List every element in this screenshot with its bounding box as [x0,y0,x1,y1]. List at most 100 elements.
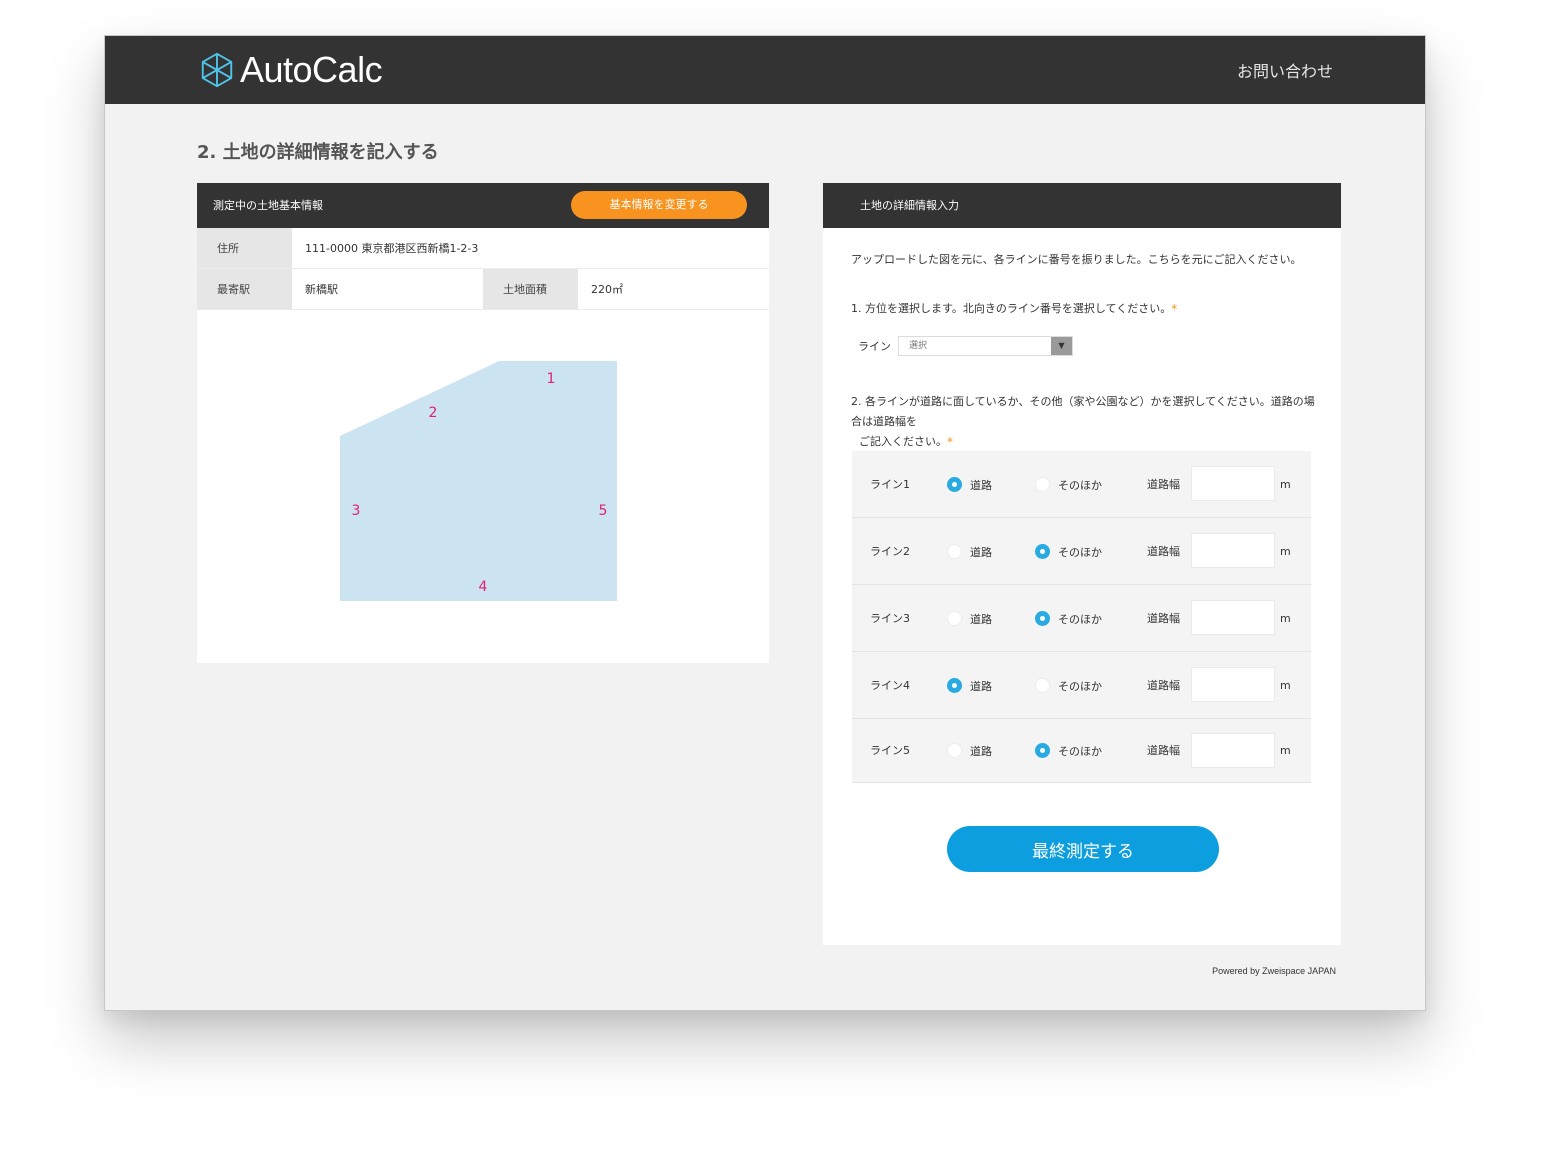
land-plot-diagram: 1 2 3 4 5 [197,311,769,663]
road-width-label: 道路幅 [1147,545,1180,558]
change-basic-info-button[interactable]: 基本情報を変更する [571,191,747,219]
other-radio[interactable] [1035,611,1050,626]
north-line-label: ライン [858,340,891,353]
line-number-4: 4 [479,579,488,595]
detail-input-card-header: 土地の詳細情報入力 [823,183,1341,228]
road-width-input[interactable] [1191,533,1275,568]
line-name: ライン3 [870,612,910,625]
unit-label: m [1280,744,1291,757]
app-window: AutoCalc お問い合わせ 2. 土地の詳細情報を記入する 測定中の土地基本… [104,35,1426,1011]
road-radio[interactable] [947,743,962,758]
other-radio-label: そのほか [1058,478,1102,492]
land-plot-svg: 1 2 3 4 5 [340,361,617,601]
line-row: ライン2 道路 そのほか 道路幅 m [852,518,1311,585]
unit-label: m [1280,679,1291,692]
road-radio-option[interactable]: 道路 [947,611,992,626]
other-radio-option[interactable]: そのほか [1035,544,1102,559]
final-measure-button[interactable]: 最終測定する [947,826,1219,872]
line-name: ライン4 [870,679,910,692]
powered-by-text: Powered by Zweispace JAPAN [1212,966,1336,976]
line-row: ライン3 道路 そのほか 道路幅 m [852,585,1311,652]
detail-input-card-title: 土地の詳細情報入力 [860,199,959,212]
line-name: ライン1 [870,478,910,491]
land-info-card-header: 測定中の土地基本情報 基本情報を変更する [197,183,769,228]
other-radio[interactable] [1035,678,1050,693]
required-mark: * [947,435,953,449]
land-shape [340,361,617,601]
contact-link[interactable]: お問い合わせ [1237,62,1333,82]
other-radio-option[interactable]: そのほか [1035,611,1102,626]
other-radio-option[interactable]: そのほか [1035,477,1102,492]
line-number-2: 2 [429,405,438,421]
road-width-input[interactable] [1191,466,1275,501]
road-radio-option[interactable]: 道路 [947,544,992,559]
road-radio-option[interactable]: 道路 [947,678,992,693]
other-radio-label: そのほか [1058,679,1102,693]
line-number-1: 1 [547,371,556,387]
land-info-card: 測定中の土地基本情報 基本情報を変更する 住所 111-0000 東京都港区西新… [197,183,769,663]
cube-logo-icon [201,52,233,88]
other-radio-label: そのほか [1058,612,1102,626]
line-name: ライン5 [870,744,910,757]
unit-label: m [1280,478,1291,491]
area-value: 220㎡ [591,283,623,296]
road-width-label: 道路幅 [1147,612,1180,625]
road-radio[interactable] [947,678,962,693]
station-label: 最寄駅 [197,269,292,309]
question-2-text-cont: ご記入ください。 [859,435,947,448]
other-radio-label: そのほか [1058,744,1102,758]
unit-label: m [1280,545,1291,558]
question-2: 2. 各ラインが道路に面しているか、その他（家や公園など）かを選択してください。… [851,392,1321,452]
other-radio[interactable] [1035,743,1050,758]
road-radio-label: 道路 [970,679,992,693]
line-number-5: 5 [599,503,608,519]
page-title: 2. 土地の詳細情報を記入する [197,142,439,163]
line-name: ライン2 [870,545,910,558]
line-settings-table: ライン1 道路 そのほか 道路幅 m ライン2 道路 そのほか 道路幅 m ライ… [852,451,1311,783]
question-1-text: 1. 方位を選択します。北向きのライン番号を選択してください。 [851,302,1172,315]
line-row: ライン1 道路 そのほか 道路幅 m [852,451,1311,518]
road-radio-label: 道路 [970,545,992,559]
road-width-input[interactable] [1191,600,1275,635]
road-radio[interactable] [947,544,962,559]
logo-text: AutoCalc [240,49,383,90]
other-radio[interactable] [1035,477,1050,492]
line-number-3: 3 [352,503,361,519]
road-radio-label: 道路 [970,612,992,626]
other-radio-label: そのほか [1058,545,1102,559]
land-info-card-title: 測定中の土地基本情報 [213,199,323,212]
question-2-text: 2. 各ラインが道路に面しているか、その他（家や公園など）かを選択してください。… [851,395,1315,428]
road-radio-option[interactable]: 道路 [947,477,992,492]
other-radio-option[interactable]: そのほか [1035,743,1102,758]
address-value: 111-0000 東京都港区西新橋1-2-3 [305,242,479,255]
other-radio-option[interactable]: そのほか [1035,678,1102,693]
unit-label: m [1280,612,1291,625]
other-radio[interactable] [1035,544,1050,559]
station-value: 新橋駅 [305,283,338,296]
detail-input-card: 土地の詳細情報入力 アップロードした図を元に、各ラインに番号を振りました。こちら… [823,183,1341,945]
road-width-input[interactable] [1191,667,1275,702]
road-radio[interactable] [947,611,962,626]
road-radio-label: 道路 [970,744,992,758]
road-radio-option[interactable]: 道路 [947,743,992,758]
address-row: 住所 111-0000 東京都港区西新橋1-2-3 [197,228,769,269]
north-line-select-value: 選択 [909,341,928,351]
dropdown-arrow-icon[interactable]: ▼ [1051,337,1072,355]
address-label: 住所 [197,228,292,268]
top-navigation-bar: AutoCalc お問い合わせ [105,36,1425,104]
north-line-select[interactable]: 選択 ▼ [898,336,1073,356]
autocalc-logo[interactable]: AutoCalc [198,49,383,90]
area-label: 土地面積 [483,269,578,309]
line-row: ライン4 道路 そのほか 道路幅 m [852,652,1311,719]
road-radio[interactable] [947,477,962,492]
road-width-label: 道路幅 [1147,744,1180,757]
required-mark: * [1171,302,1178,316]
road-width-label: 道路幅 [1147,679,1180,692]
station-area-row: 最寄駅 新橋駅 土地面積 220㎡ [197,269,769,310]
road-width-label: 道路幅 [1147,478,1180,491]
intro-text: アップロードした図を元に、各ラインに番号を振りました。こちらを元にご記入ください… [851,253,1302,266]
line-row: ライン5 道路 そのほか 道路幅 m [852,719,1311,783]
road-width-input[interactable] [1191,733,1275,768]
road-radio-label: 道路 [970,478,992,492]
question-1: 1. 方位を選択します。北向きのライン番号を選択してください。* [851,301,1177,317]
